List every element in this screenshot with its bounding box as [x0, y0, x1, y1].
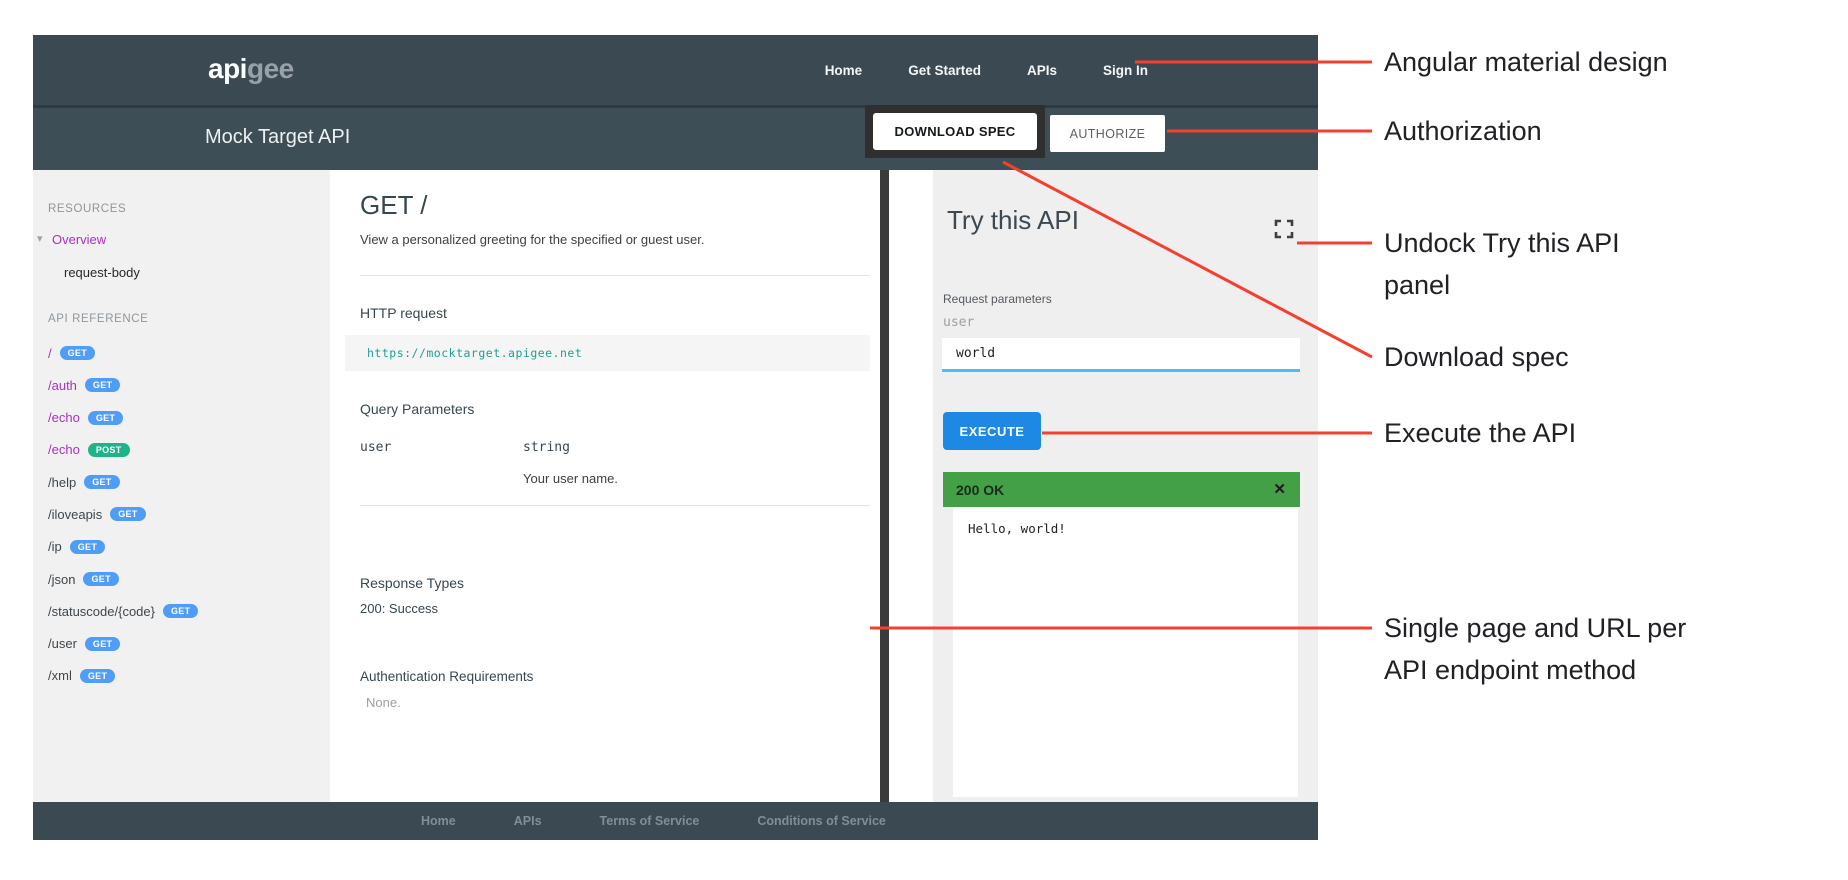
- navbar-links: Home Get Started APIs Sign In: [825, 35, 1148, 105]
- method-badge-post: POST: [88, 443, 130, 457]
- endpoint-path: /statuscode/{code}: [48, 604, 155, 619]
- endpoint-path: /user: [48, 636, 77, 651]
- logo-part-api: api: [208, 53, 247, 84]
- divider: [360, 505, 870, 506]
- sidebar-endpoint--statuscode-code--get[interactable]: /statuscode/{code} GET: [48, 601, 198, 621]
- annotation-single-page-and-url-per-api-en: Single page and URL per API endpoint met…: [1384, 607, 1729, 691]
- sidebar-endpoint--echo-post[interactable]: /echo POST: [48, 440, 198, 460]
- sidebar-endpoint--help-get[interactable]: /help GET: [48, 472, 198, 492]
- undock-icon[interactable]: [1273, 218, 1295, 240]
- endpoint-path: /ip: [48, 539, 62, 554]
- top-navbar: apigee Home Get Started APIs Sign In: [33, 35, 1318, 105]
- nav-link-home[interactable]: Home: [825, 63, 863, 78]
- footer: Home APIs Terms of Service Conditions of Se…: [33, 802, 1318, 840]
- method-badge-get: GET: [80, 669, 115, 683]
- query-parameters-header: Query Parameters: [360, 401, 474, 417]
- api-reference-header: API REFERENCE: [48, 313, 148, 325]
- sidebar-endpoint--json-get[interactable]: /json GET: [48, 569, 198, 589]
- app-window: apigee Home Get Started APIs Sign In Mock T…: [33, 35, 1318, 840]
- annotation-execute-the-api: Execute the API: [1384, 412, 1576, 454]
- sidebar-endpoint--iloveapis-get[interactable]: /iloveapis GET: [48, 504, 198, 524]
- response-types-header: Response Types: [360, 575, 464, 591]
- response-status-bar: 200 OK ✕: [943, 472, 1300, 507]
- method-badge-get: GET: [83, 572, 118, 586]
- response-body-text: Hello, world!: [968, 521, 1298, 536]
- http-request-url-box: https://mocktarget.apigee.net: [345, 335, 870, 371]
- page-title: Mock Target API: [205, 126, 350, 149]
- method-badge-get: GET: [84, 475, 119, 489]
- apigee-logo[interactable]: apigee: [208, 53, 294, 85]
- request-parameters-label: Request parameters: [943, 292, 1052, 306]
- method-badge-get: GET: [88, 411, 123, 425]
- endpoint-path: /auth: [48, 378, 77, 393]
- method-badge-get: GET: [70, 540, 105, 554]
- annotation-undock-try-this-api-panel: Undock Try this API panel: [1384, 222, 1684, 306]
- endpoint-path: /iloveapis: [48, 507, 102, 522]
- http-request-header: HTTP request: [360, 305, 447, 321]
- overview-expand-caret-icon[interactable]: ▾: [37, 232, 43, 245]
- fullscreen-corners-glyph: [1273, 218, 1295, 240]
- method-badge-get: GET: [110, 507, 145, 521]
- authorize-button[interactable]: AUTHORIZE: [1050, 115, 1165, 152]
- http-request-url: https://mocktarget.apigee.net: [367, 346, 582, 360]
- user-input[interactable]: [942, 338, 1300, 372]
- footer-link-home[interactable]: Home: [421, 814, 456, 828]
- annotation-authorization: Authorization: [1384, 110, 1542, 152]
- sidebar-endpoint--ip-get[interactable]: /ip GET: [48, 537, 198, 557]
- endpoint-path: /echo: [48, 442, 80, 457]
- sidebar-endpoint--auth-get[interactable]: /auth GET: [48, 375, 198, 395]
- param-type: string: [523, 440, 570, 455]
- method-badge-get: GET: [85, 378, 120, 392]
- response-type-value: 200: Success: [360, 601, 438, 616]
- response-body-panel: Hello, world!: [953, 507, 1298, 797]
- param-description: Your user name.: [523, 471, 618, 486]
- panel-scrollbar[interactable]: [880, 170, 889, 802]
- endpoint-path: /help: [48, 475, 76, 490]
- operation-description: View a personalized greeting for the spe…: [360, 232, 704, 247]
- nav-link-get-started[interactable]: Get Started: [908, 63, 981, 78]
- sidebar-item-request-body[interactable]: request-body: [64, 265, 140, 280]
- resources-header: RESOURCES: [48, 203, 126, 215]
- endpoint-path: /: [48, 346, 52, 361]
- footer-link-conditions-of-service[interactable]: Conditions of Service: [757, 814, 886, 828]
- endpoint-path: /json: [48, 572, 75, 587]
- execute-button[interactable]: EXECUTE: [943, 412, 1041, 450]
- nav-link-apis[interactable]: APIs: [1027, 63, 1057, 78]
- footer-links: Home APIs Terms of Service Conditions of Se…: [421, 802, 886, 840]
- sidebar-endpoint--echo-get[interactable]: /echo GET: [48, 408, 198, 428]
- method-badge-get: GET: [85, 637, 120, 651]
- sidebar-endpoint--xml-get[interactable]: /xml GET: [48, 666, 198, 686]
- param-name: user: [360, 440, 391, 455]
- annotation-angular-material-design: Angular material design: [1384, 41, 1668, 83]
- close-icon[interactable]: ✕: [1273, 480, 1286, 498]
- sidebar-endpoint---get[interactable]: / GET: [48, 343, 198, 363]
- page: apigee Home Get Started APIs Sign In Mock T…: [0, 0, 1848, 880]
- try-api-title: Try this API: [947, 205, 1079, 236]
- download-spec-button[interactable]: DOWNLOAD SPEC: [873, 113, 1037, 150]
- annotation-download-spec: Download spec: [1384, 336, 1569, 378]
- response-status: 200 OK: [956, 482, 1004, 498]
- endpoint-list: / GET/auth GET/echo GET/echo POST/help GET/il…: [48, 343, 198, 698]
- endpoint-path: /xml: [48, 668, 72, 683]
- divider: [360, 275, 870, 276]
- footer-link-apis[interactable]: APIs: [514, 814, 542, 828]
- user-field-label: user: [943, 315, 974, 330]
- auth-requirements-header: Authentication Requirements: [360, 669, 533, 684]
- operation-title: GET /: [360, 190, 427, 221]
- footer-link-terms-of-service[interactable]: Terms of Service: [600, 814, 700, 828]
- endpoint-path: /echo: [48, 410, 80, 425]
- logo-part-gee: gee: [247, 53, 294, 84]
- auth-requirements-value: None.: [366, 695, 401, 710]
- method-badge-get: GET: [163, 604, 198, 618]
- sidebar-endpoint--user-get[interactable]: /user GET: [48, 634, 198, 654]
- sidebar-item-overview[interactable]: Overview: [52, 232, 106, 247]
- method-badge-get: GET: [60, 346, 95, 360]
- nav-link-sign-in[interactable]: Sign In: [1103, 63, 1148, 78]
